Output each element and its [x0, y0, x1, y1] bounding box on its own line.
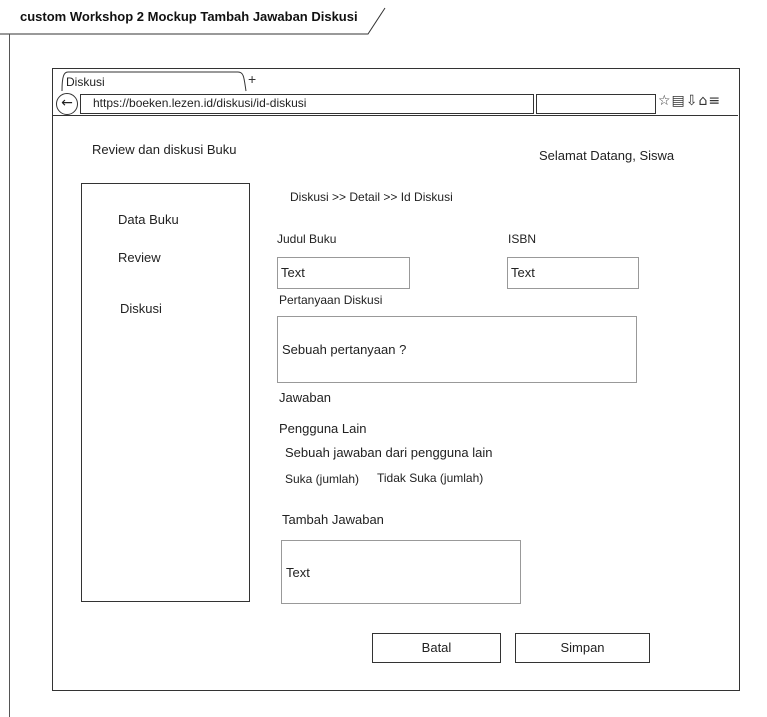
tambah-jawaban-field[interactable]: Text: [281, 540, 521, 604]
diagram-frame-left-border: [9, 34, 10, 717]
tab-label: Diskusi: [66, 75, 105, 89]
pertanyaan-value: Sebuah pertanyaan ?: [282, 342, 407, 357]
sidebar-item-data-buku[interactable]: Data Buku: [118, 212, 179, 227]
isbn-label: ISBN: [508, 232, 537, 246]
new-tab-button[interactable]: +: [248, 71, 256, 87]
url-input[interactable]: https://boeken.lezen.id/diskusi/id-disku…: [80, 94, 534, 114]
save-button[interactable]: Simpan: [515, 633, 650, 663]
cancel-button[interactable]: Batal: [372, 633, 501, 663]
tambah-jawaban-label: Tambah Jawaban: [282, 512, 384, 527]
dislike-count[interactable]: Tidak Suka (jumlah): [377, 471, 483, 485]
answer-text: Sebuah jawaban dari pengguna lain: [285, 445, 493, 460]
diagram-frame-title: custom Workshop 2 Mockup Tambah Jawaban …: [0, 0, 386, 35]
judul-buku-value: Text: [281, 265, 305, 280]
breadcrumb: Diskusi >> Detail >> Id Diskusi: [290, 190, 453, 204]
jawaban-label: Jawaban: [279, 390, 332, 405]
tambah-jawaban-value: Text: [286, 565, 310, 580]
pengguna-lain-label: Pengguna Lain: [279, 421, 367, 436]
browser-toolbar-icons[interactable]: ☆▤⇩⌂≡: [658, 93, 721, 109]
greeting-text: Selamat Datang, Siswa: [539, 148, 675, 163]
sidebar-item-diskusi[interactable]: Diskusi: [120, 301, 162, 316]
judul-buku-field[interactable]: Text: [277, 257, 410, 289]
url-text: https://boeken.lezen.id/diskusi/id-disku…: [93, 96, 307, 110]
isbn-value: Text: [511, 265, 535, 280]
browser-search-input[interactable]: [536, 94, 656, 114]
sidebar: [81, 183, 250, 602]
app-title: Review dan diskusi Buku: [92, 142, 237, 157]
pertanyaan-label: Pertanyaan Diskusi: [279, 293, 383, 307]
back-arrow-icon[interactable]: ←: [56, 93, 78, 115]
sidebar-item-review[interactable]: Review: [118, 250, 161, 265]
pertanyaan-field: Sebuah pertanyaan ?: [277, 316, 637, 383]
like-count[interactable]: Suka (jumlah): [285, 472, 359, 486]
isbn-field[interactable]: Text: [507, 257, 639, 289]
judul-buku-label: Judul Buku: [277, 232, 337, 246]
frame-title-text: custom Workshop 2 Mockup Tambah Jawaban …: [20, 9, 358, 24]
